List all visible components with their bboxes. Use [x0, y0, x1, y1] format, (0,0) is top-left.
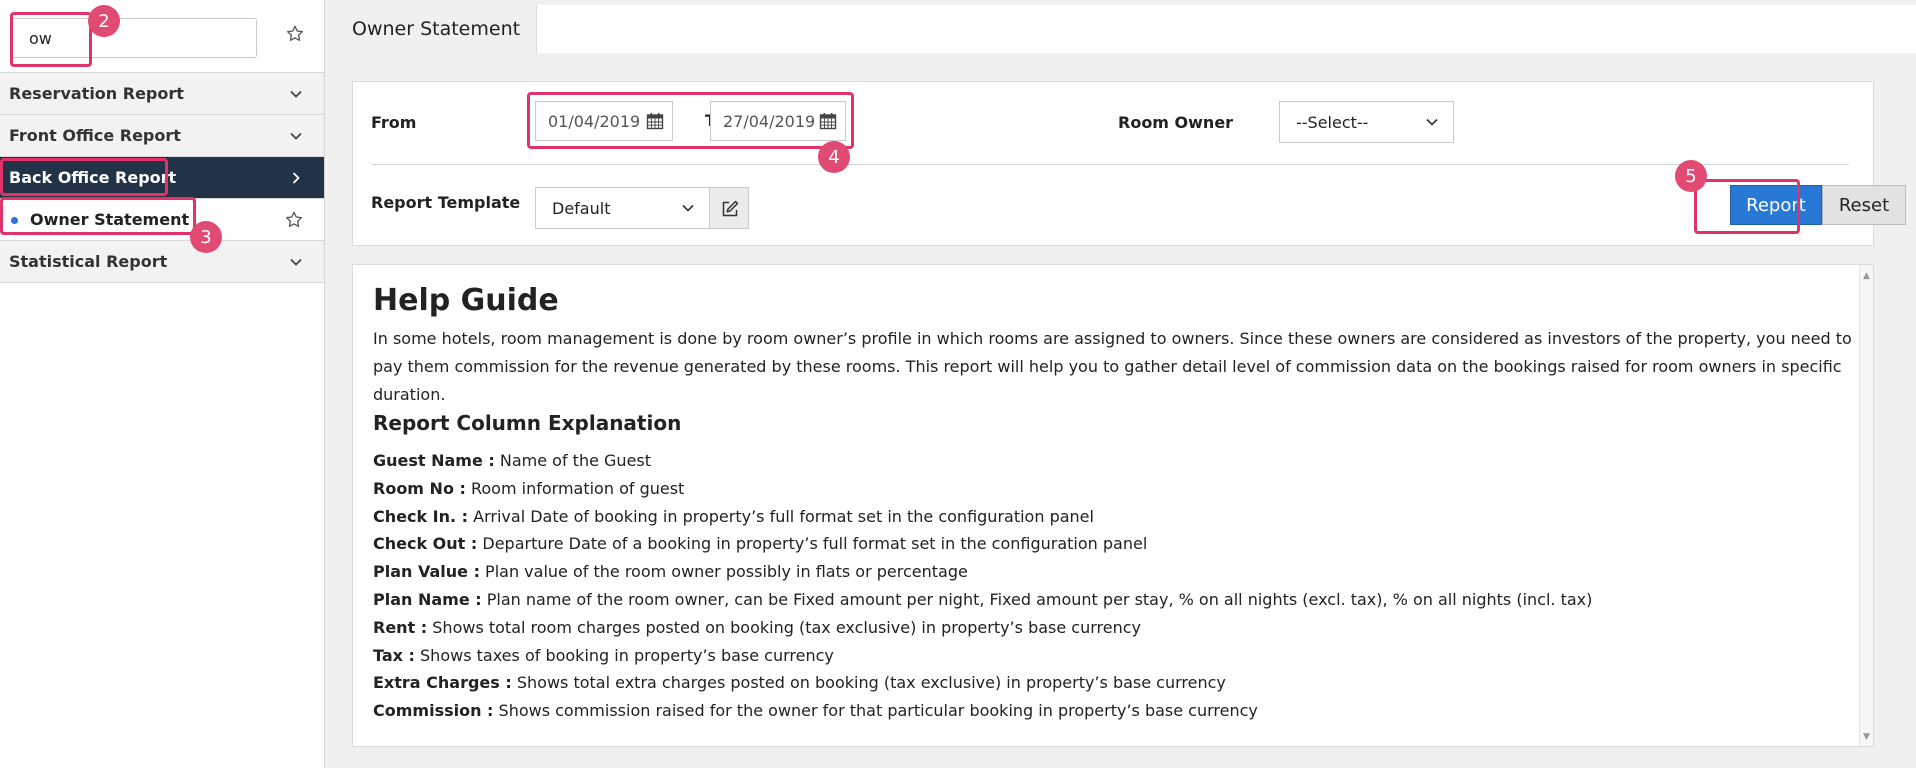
- step-badge-5: 5: [1675, 160, 1707, 192]
- page-header: Owner Statement: [326, 5, 1916, 53]
- column-term: Tax :: [373, 645, 415, 665]
- list-item: Guest Name : Name of the Guest: [373, 447, 1592, 475]
- help-guide-panel: Help Guide In some hotels, room manageme…: [352, 264, 1874, 747]
- column-desc: Plan value of the room owner possibly in…: [479, 562, 968, 582]
- edit-template-button[interactable]: [709, 187, 749, 229]
- report-template-select[interactable]: Default: [535, 187, 710, 229]
- column-desc: Room information of guest: [465, 478, 685, 498]
- column-term: Extra Charges :: [373, 673, 512, 693]
- report-template-selected-value: Default: [552, 198, 611, 218]
- list-item: Check Out : Departure Date of a booking …: [373, 530, 1592, 558]
- column-desc: Plan name of the room owner, can be Fixe…: [481, 589, 1593, 609]
- column-desc: Shows total extra charges posted on book…: [511, 673, 1226, 693]
- help-guide-intro: In some hotels, room management is done …: [373, 329, 1852, 404]
- sidebar-item-front-office-report[interactable]: Front Office Report: [0, 115, 324, 157]
- room-owner-label: Room Owner: [1118, 113, 1234, 132]
- edit-icon: [722, 200, 739, 217]
- page-title: Owner Statement: [326, 5, 536, 53]
- sidebar-item-statistical-report[interactable]: Statistical Report: [0, 241, 324, 283]
- highlight-date-range: [527, 92, 854, 149]
- header-blank-area: [536, 5, 1916, 53]
- column-term: Room No :: [373, 478, 466, 498]
- star-icon[interactable]: [284, 210, 304, 230]
- sidebar-item-label: Statistical Report: [9, 252, 168, 271]
- list-item: Plan Value : Plan value of the room owne…: [373, 558, 1592, 586]
- list-item: Rent : Shows total room charges posted o…: [373, 614, 1592, 642]
- sidebar-item-label: Reservation Report: [9, 84, 184, 103]
- list-item: Tax : Shows taxes of booking in property…: [373, 642, 1592, 670]
- highlight-owner-statement: [0, 197, 196, 235]
- column-term: Rent :: [373, 617, 428, 637]
- column-desc: Arrival Date of booking in property’s fu…: [468, 506, 1094, 526]
- column-desc: Shows total room charges posted on booki…: [427, 617, 1141, 637]
- chevron-down-icon: [290, 258, 302, 266]
- list-item: Commission : Shows commission raised for…: [373, 697, 1592, 725]
- sidebar-item-reservation-report[interactable]: Reservation Report: [0, 73, 324, 115]
- list-item: Room No : Room information of guest: [373, 475, 1592, 503]
- column-explanation-title: Report Column Explanation: [373, 411, 682, 435]
- from-label: From: [371, 113, 417, 132]
- reset-button[interactable]: Reset: [1822, 185, 1906, 225]
- column-desc: Departure Date of a booking in property’…: [477, 534, 1148, 554]
- column-term: Guest Name :: [373, 451, 495, 470]
- column-term: Check In. :: [373, 506, 469, 526]
- column-term: Commission :: [373, 701, 494, 721]
- sidebar: Reservation Report Front Office Report B…: [0, 0, 325, 768]
- scroll-down-arrow-icon[interactable]: ▼: [1863, 732, 1870, 742]
- star-icon[interactable]: [285, 24, 305, 44]
- highlight-search: [10, 12, 92, 67]
- room-owner-selected-value: --Select--: [1296, 112, 1369, 132]
- column-term: Plan Name :: [373, 589, 482, 609]
- filter-divider: [371, 164, 1849, 165]
- sidebar-item-label: Front Office Report: [9, 126, 181, 145]
- column-desc: Shows commission raised for the owner fo…: [493, 701, 1258, 721]
- scroll-up-arrow-icon[interactable]: ▲: [1863, 271, 1870, 281]
- column-desc: Name of the Guest: [494, 451, 652, 470]
- list-item: Plan Name : Plan name of the room owner,…: [373, 586, 1592, 614]
- chevron-down-icon: [682, 204, 694, 212]
- chevron-down-icon: [290, 132, 302, 140]
- help-guide-title: Help Guide: [373, 283, 559, 318]
- step-badge-4: 4: [818, 141, 850, 173]
- list-item: Check In. : Arrival Date of booking in p…: [373, 503, 1592, 531]
- chevron-down-icon: [290, 90, 302, 98]
- column-term: Check Out :: [373, 534, 478, 554]
- column-desc: Shows taxes of booking in property’s bas…: [414, 645, 834, 665]
- report-template-label: Report Template: [371, 193, 521, 212]
- help-scrollbar[interactable]: ▲ ▼: [1859, 265, 1873, 746]
- step-badge-3: 3: [190, 221, 222, 253]
- room-owner-select[interactable]: --Select--: [1279, 101, 1454, 143]
- highlight-back-office: [0, 158, 168, 196]
- chevron-right-icon: [292, 172, 300, 184]
- column-term: Plan Value :: [373, 562, 480, 582]
- column-explanation-list: Guest Name : Name of the Guest Room No :…: [373, 447, 1592, 725]
- list-item: Extra Charges : Shows total extra charge…: [373, 669, 1592, 697]
- chevron-down-icon: [1426, 118, 1438, 126]
- step-badge-2: 2: [88, 5, 120, 37]
- highlight-report-button: [1694, 179, 1800, 234]
